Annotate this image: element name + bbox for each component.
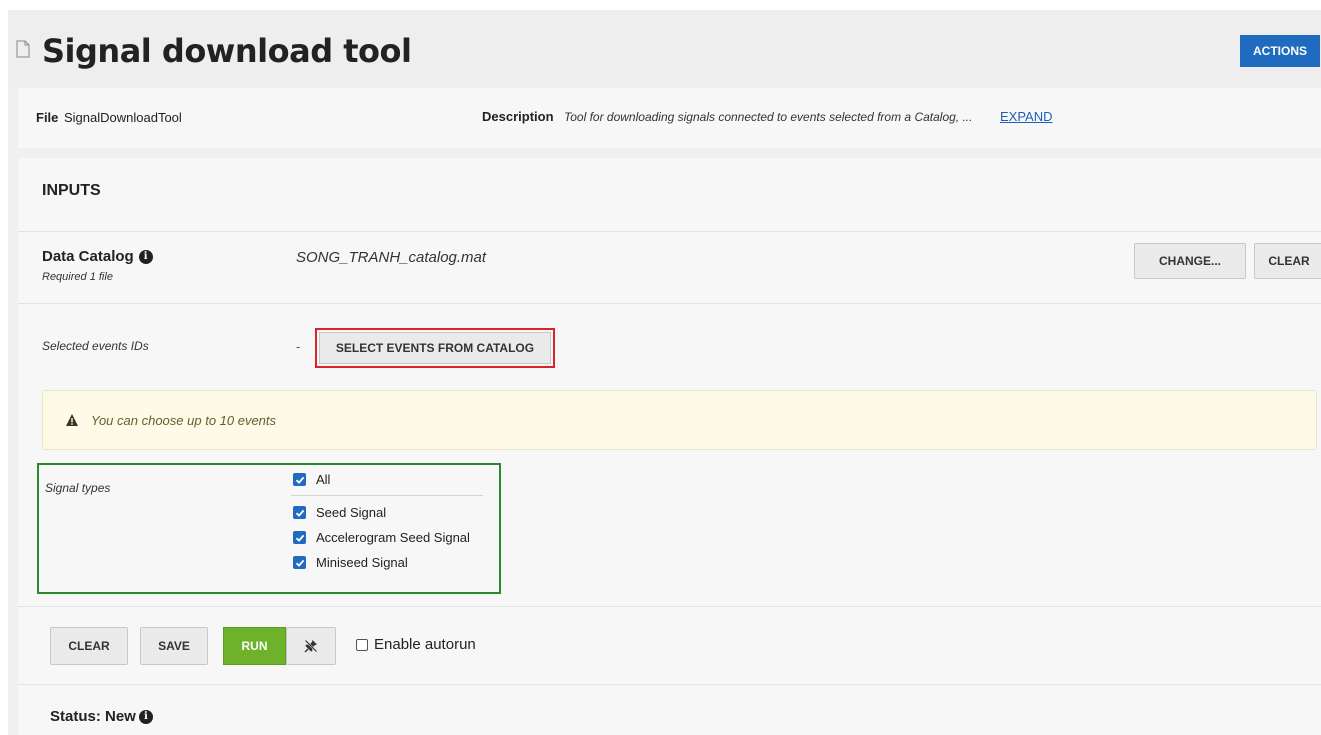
signal-types-label: Signal types [45, 481, 111, 495]
data-catalog-label: Data Catalog i [42, 248, 153, 265]
divider [291, 495, 483, 496]
clear-button[interactable]: CLEAR [50, 627, 128, 665]
checkbox-checked-icon[interactable] [293, 473, 306, 486]
clear-file-button[interactable]: CLEAR [1254, 243, 1321, 279]
file-value: SignalDownloadTool [64, 110, 182, 125]
checkbox-checked-icon[interactable] [293, 556, 306, 569]
signal-type-all-label: All [316, 472, 331, 487]
save-button[interactable]: SAVE [140, 627, 208, 665]
page: Signal download tool ACTIONS File Signal… [8, 10, 1321, 735]
divider [18, 303, 1321, 304]
change-file-button[interactable]: CHANGE... [1134, 243, 1246, 279]
signal-type-option[interactable]: Miniseed Signal [293, 555, 408, 570]
checkbox-checked-icon[interactable] [293, 506, 306, 519]
selected-events-value: - [296, 339, 301, 354]
data-catalog-label-text: Data Catalog [42, 248, 134, 265]
inputs-panel: INPUTS Data Catalog i Required 1 file SO… [18, 158, 1321, 735]
page-header: Signal download tool ACTIONS [8, 10, 1321, 88]
description-value: Tool for downloading signals connected t… [564, 110, 973, 124]
divider [18, 684, 1321, 685]
divider [18, 606, 1321, 607]
signal-types-highlight: Signal types All Seed Signal Accelerogra… [37, 463, 501, 594]
selected-events-label: Selected events IDs [42, 339, 149, 353]
document-icon [16, 40, 30, 58]
autorun-label: Enable autorun [374, 636, 476, 653]
data-catalog-requirement: Required 1 file [42, 271, 113, 283]
expand-link[interactable]: EXPAND [1000, 109, 1053, 124]
status-indicator: Status: New i [50, 708, 153, 725]
description-label: Description [482, 109, 554, 124]
autorun-toggle[interactable]: Enable autorun [356, 636, 476, 653]
unpin-button[interactable] [286, 627, 336, 665]
file-label: File [36, 110, 59, 125]
signal-type-option-label: Miniseed Signal [316, 555, 408, 570]
checkbox-checked-icon[interactable] [293, 531, 306, 544]
info-icon[interactable]: i [138, 709, 153, 724]
select-events-button[interactable]: SELECT EVENTS FROM CATALOG [319, 332, 551, 364]
select-events-highlight: SELECT EVENTS FROM CATALOG [315, 328, 555, 368]
warning-text: You can choose up to 10 events [91, 413, 277, 428]
signal-type-all[interactable]: All [293, 472, 330, 487]
file-info-bar: File SignalDownloadTool Description Tool… [18, 88, 1321, 148]
data-catalog-value: SONG_TRANH_catalog.mat [296, 249, 487, 266]
signal-type-option-label: Accelerogram Seed Signal [316, 530, 470, 545]
checkbox-unchecked-icon[interactable] [356, 638, 368, 651]
actions-button[interactable]: ACTIONS [1240, 35, 1320, 67]
page-title: Signal download tool [42, 32, 412, 70]
signal-type-option[interactable]: Seed Signal [293, 505, 386, 520]
divider [18, 231, 1321, 232]
warning-message: You can choose up to 10 events [42, 390, 1317, 450]
warning-icon [66, 414, 78, 426]
inputs-title: INPUTS [42, 182, 101, 199]
run-button[interactable]: RUN [223, 627, 286, 665]
status-label: Status: New [50, 708, 136, 725]
signal-type-option[interactable]: Accelerogram Seed Signal [293, 530, 470, 545]
info-icon[interactable]: i [138, 249, 153, 264]
signal-type-option-label: Seed Signal [316, 505, 387, 520]
pin-off-icon [304, 639, 318, 653]
